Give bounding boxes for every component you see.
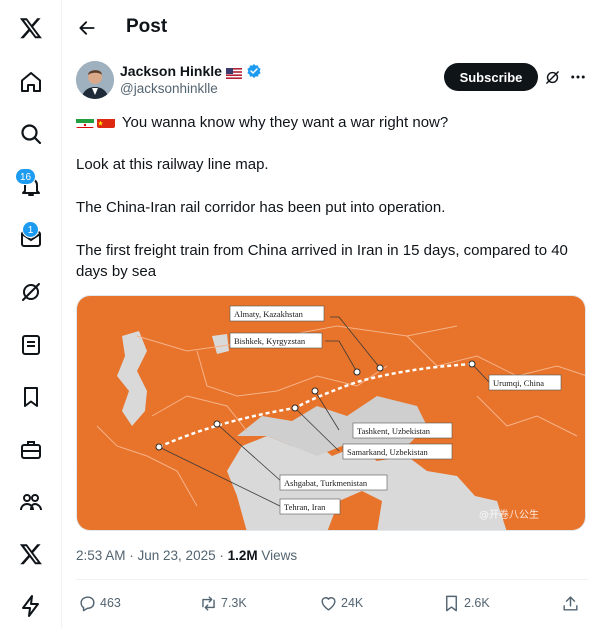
- communities-icon[interactable]: [0, 482, 62, 522]
- like-button[interactable]: 24K: [319, 592, 363, 614]
- map-label-ashgabat: Ashgabat, Turkmenistan: [284, 478, 368, 488]
- author-handle[interactable]: @jacksonhinklle: [120, 81, 218, 96]
- divider: [76, 579, 588, 580]
- china-flag-icon: [97, 116, 115, 128]
- map-label-tehran: Tehran, Iran: [284, 502, 326, 512]
- map-label-bishkek: Bishkek, Kyrgyzstan: [234, 336, 306, 346]
- author-name-text: Jackson Hinkle: [120, 63, 222, 79]
- messages-icon[interactable]: 1: [0, 219, 62, 259]
- jobs-icon[interactable]: [0, 430, 62, 470]
- share-icon: [563, 595, 578, 611]
- bookmark-button[interactable]: 2.6K: [442, 592, 490, 614]
- map-label-urumqi: Urumqi, China: [493, 378, 544, 388]
- notifications-badge: 16: [15, 168, 37, 185]
- author-name[interactable]: Jackson Hinkle: [120, 63, 262, 79]
- us-flag-icon: [225, 66, 242, 79]
- iran-flag-icon: [76, 116, 94, 128]
- post-paragraph-1: You wanna know why they want a war right…: [121, 114, 449, 131]
- post-image-railway-map[interactable]: Almaty, Kazakhstan Bishkek, Kyrgyzstan U…: [76, 295, 586, 531]
- reply-button[interactable]: 463: [78, 592, 121, 614]
- bookmark-icon: [446, 595, 457, 611]
- home-icon[interactable]: [0, 62, 62, 102]
- like-count: 24K: [341, 596, 364, 610]
- map-watermark: @开卷八公生: [479, 508, 539, 521]
- side-nav: 16 1: [0, 0, 62, 628]
- subscribe-button[interactable]: Subscribe: [444, 63, 538, 91]
- verified-badge-icon: [246, 63, 262, 79]
- bookmarks-icon[interactable]: [0, 377, 62, 417]
- bookmark-count: 2.6K: [464, 596, 490, 610]
- x-logo-icon[interactable]: [0, 8, 62, 48]
- post-timestamp[interactable]: 2:53 AM · Jun 23, 2025 ·: [76, 548, 228, 563]
- map-label-samarkand: Samarkand, Uzbekistan: [347, 447, 428, 457]
- views-count: 1.2M: [227, 548, 258, 563]
- post-meta: 2:53 AM · Jun 23, 2025 · 1.2M Views: [76, 548, 297, 563]
- map-label-almaty: Almaty, Kazakhstan: [234, 309, 304, 319]
- map-label-tashkent: Tashkent, Uzbekistan: [357, 426, 431, 436]
- grok-icon[interactable]: [0, 272, 62, 312]
- share-button[interactable]: [561, 592, 580, 614]
- post-text-line-1: You wanna know why they want a war right…: [76, 112, 586, 133]
- page-title: Post: [126, 16, 168, 37]
- more-options-icon[interactable]: [567, 66, 589, 88]
- premium-icon[interactable]: [0, 534, 62, 574]
- repost-icon: [202, 595, 215, 611]
- explore-icon[interactable]: [0, 114, 62, 154]
- post-paragraph-3: The China-Iran rail corridor has been pu…: [76, 199, 446, 216]
- repost-count: 7.3K: [221, 596, 247, 610]
- post-detail: Post Jackson Hinkle @jacksonhinklle Subs…: [62, 0, 602, 628]
- post-paragraph-2: Look at this railway line map.: [76, 156, 269, 173]
- back-arrow-icon[interactable]: [72, 13, 102, 43]
- post-paragraph-4: The first freight train from China arriv…: [76, 242, 568, 280]
- lists-icon[interactable]: [0, 325, 62, 365]
- notifications-icon[interactable]: 16: [0, 166, 62, 206]
- page-header: Post: [62, 0, 602, 56]
- reply-count: 463: [100, 596, 121, 610]
- grok-icon[interactable]: [541, 66, 563, 88]
- reply-icon: [80, 595, 95, 611]
- avatar[interactable]: [76, 61, 114, 99]
- messages-badge: 1: [22, 221, 39, 238]
- repost-button[interactable]: 7.3K: [199, 592, 247, 614]
- views-label: Views: [257, 548, 298, 563]
- heart-icon: [321, 596, 336, 611]
- verified-orgs-icon[interactable]: [0, 586, 62, 626]
